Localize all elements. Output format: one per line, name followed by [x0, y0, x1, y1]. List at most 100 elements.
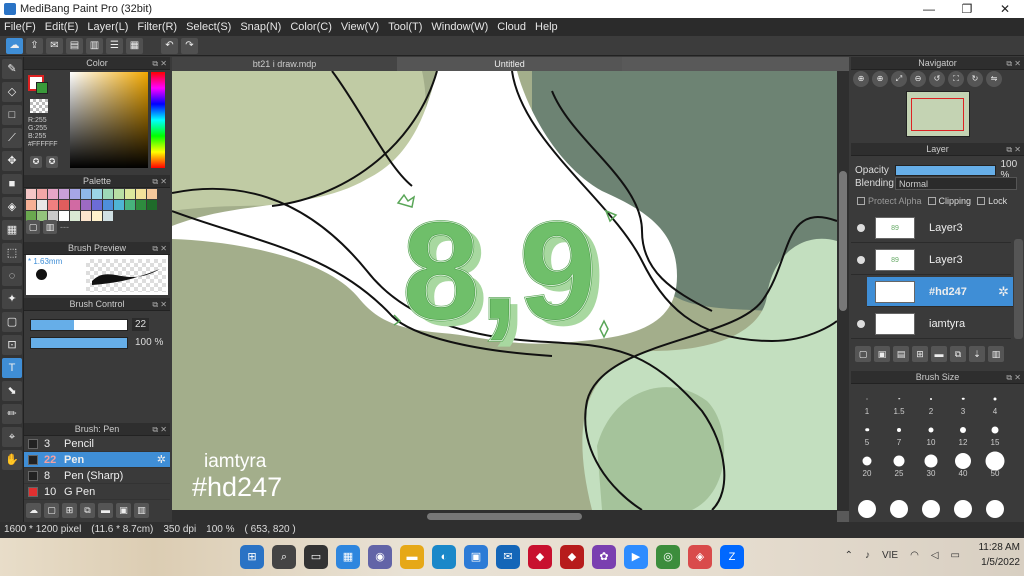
visibility-icon[interactable]	[857, 319, 865, 328]
lock-checkbox[interactable]	[977, 197, 986, 205]
brush-size-option[interactable]: 50	[979, 449, 1011, 480]
palette-swatch[interactable]	[48, 200, 58, 210]
brush-size-option[interactable]: 30	[915, 449, 947, 480]
palette-swatch[interactable]	[81, 189, 91, 199]
palette-swatch[interactable]	[136, 200, 146, 210]
layer-folder-icon[interactable]: ▬	[931, 346, 947, 362]
wifi-icon[interactable]: ◠	[910, 550, 919, 561]
page-icon[interactable]: ▤	[66, 37, 83, 54]
magic-wand-tool-icon[interactable]: ✦	[2, 289, 22, 309]
cloud-brush-icon[interactable]: ☁	[26, 503, 41, 518]
line-tool-icon[interactable]: ⟋	[2, 128, 22, 148]
brush-item-pen[interactable]: 22 Pen ✲	[24, 452, 170, 468]
bucket-tool-icon[interactable]: ◈	[2, 197, 22, 217]
document-icon[interactable]: ▥	[86, 37, 103, 54]
delete-layer-icon[interactable]: ▥	[988, 346, 1004, 362]
palette-swatch[interactable]	[70, 189, 80, 199]
close-button[interactable]: ✕	[986, 0, 1024, 18]
search-icon[interactable]: ⌕	[272, 545, 296, 569]
panel-close-icon[interactable]: ⧉ ✕	[1006, 57, 1021, 70]
palette-swatch[interactable]	[37, 200, 47, 210]
menu-item-view[interactable]: View(V)	[341, 21, 379, 33]
fullscreen-icon[interactable]: ⛶	[948, 71, 964, 87]
new-layer-8bit-icon[interactable]: ▣	[874, 346, 890, 362]
palette-swatch[interactable]	[81, 211, 91, 221]
palette-swatch[interactable]	[26, 200, 36, 210]
palette-swatch[interactable]	[103, 189, 113, 199]
palette-swatch[interactable]	[92, 211, 102, 221]
palette-swatch[interactable]	[70, 200, 80, 210]
copy-brush-icon[interactable]: ⧉	[80, 503, 95, 518]
palette-swatch[interactable]	[81, 200, 91, 210]
app2-icon[interactable]: ✿	[592, 545, 616, 569]
panel-close-icon[interactable]: ⧉ ✕	[152, 175, 167, 188]
brush-item-g-pen[interactable]: 10 G Pen	[24, 484, 170, 500]
add-color-button[interactable]: ▢	[26, 220, 40, 234]
transparent-color-swatch[interactable]	[30, 99, 48, 113]
zalo-icon[interactable]: Z	[720, 545, 744, 569]
brush-size-option[interactable]	[883, 480, 915, 519]
antivirus-icon[interactable]: ◆	[528, 545, 552, 569]
panel-close-icon[interactable]: ⧉ ✕	[152, 423, 167, 436]
panel-close-icon[interactable]: ⧉ ✕	[152, 242, 167, 255]
menu-item-help[interactable]: Help	[535, 21, 558, 33]
panel-close-icon[interactable]: ⧉ ✕	[1006, 143, 1021, 156]
text-tool-icon[interactable]: T	[2, 358, 22, 378]
layer-opacity-slider[interactable]	[895, 164, 997, 176]
eraser-tool-icon[interactable]: ◇	[2, 82, 22, 102]
select-pen-tool-icon[interactable]: ▢	[2, 312, 22, 332]
brush-item-pen-sharp[interactable]: 8 Pen (Sharp)	[24, 468, 170, 484]
palette-swatch[interactable]	[125, 189, 135, 199]
palette-swatch[interactable]	[92, 189, 102, 199]
layer-settings-gear-icon[interactable]: ✲	[998, 284, 1009, 300]
merge-layer-icon[interactable]: ⇣	[969, 346, 985, 362]
visibility-icon[interactable]	[857, 255, 865, 264]
palette-swatch[interactable]	[37, 189, 47, 199]
brush-size-option[interactable]: 10	[915, 418, 947, 449]
brush-size-option[interactable]	[979, 480, 1011, 519]
move-tool-icon[interactable]: ✥	[2, 151, 22, 171]
eyedropper-tool-icon[interactable]: ⌖	[2, 427, 22, 447]
hue-slider[interactable]	[151, 72, 165, 168]
panel-close-icon[interactable]: ⧉ ✕	[152, 57, 167, 70]
edge-icon[interactable]: ◐	[432, 545, 456, 569]
new-brush-icon[interactable]: ▢	[44, 503, 59, 518]
gradient-tool-icon[interactable]: ▦	[2, 220, 22, 240]
new-layer-icon[interactable]: ▢	[855, 346, 871, 362]
palette-swatch[interactable]	[48, 189, 58, 199]
palette-swatch[interactable]	[136, 189, 146, 199]
color-history-icon[interactable]: ✪	[46, 156, 58, 168]
flip-icon[interactable]: ⇋	[986, 71, 1002, 87]
menu-item-window[interactable]: Window(W)	[431, 21, 488, 33]
rotate-left-icon[interactable]: ↺	[929, 71, 945, 87]
maximize-button[interactable]: ❐	[948, 0, 986, 18]
lasso-tool-icon[interactable]: ◌	[2, 266, 22, 286]
operation-tool-icon[interactable]: ⬊	[2, 381, 22, 401]
layer-scrollbar[interactable]	[1014, 239, 1023, 339]
palette-swatch[interactable]	[26, 189, 36, 199]
drawing-canvas[interactable]: 8,9 8,9 8,9 iamtyra #hd247	[172, 71, 837, 510]
palette-swatch[interactable]	[114, 200, 124, 210]
eyedropper-icon[interactable]: ✪	[30, 156, 42, 168]
menu-item-file[interactable]: File(F)	[4, 21, 36, 33]
fill-rect-tool-icon[interactable]: ■	[2, 174, 22, 194]
volume-icon[interactable]: ◁	[931, 550, 939, 561]
clipping-checkbox[interactable]	[927, 197, 936, 205]
clock[interactable]: 11:28 AM 1/5/2022	[978, 540, 1020, 570]
start-icon[interactable]: ⊞	[240, 545, 264, 569]
menu-item-filter[interactable]: Filter(R)	[137, 21, 177, 33]
zoom-in-icon[interactable]: ⊕	[853, 71, 869, 87]
layer-row-hd247[interactable]: #hd247 ✲	[867, 277, 1013, 307]
brush-size-option[interactable]: 20	[851, 449, 883, 480]
palette-swatch[interactable]	[125, 200, 135, 210]
palette-swatch[interactable]	[103, 200, 113, 210]
tab-untitled[interactable]: Untitled	[397, 57, 622, 71]
battery-icon[interactable]: ▭	[951, 550, 960, 561]
redo-icon[interactable]: ↷	[181, 37, 198, 54]
chrome-icon[interactable]: ◎	[656, 545, 680, 569]
brush-size-option[interactable]: 12	[947, 418, 979, 449]
cloud-icon[interactable]: ☁	[6, 37, 23, 54]
brush-size-slider[interactable]	[30, 319, 128, 331]
protect-alpha-checkbox[interactable]	[857, 197, 865, 205]
gear-icon[interactable]: ✲	[157, 453, 166, 466]
